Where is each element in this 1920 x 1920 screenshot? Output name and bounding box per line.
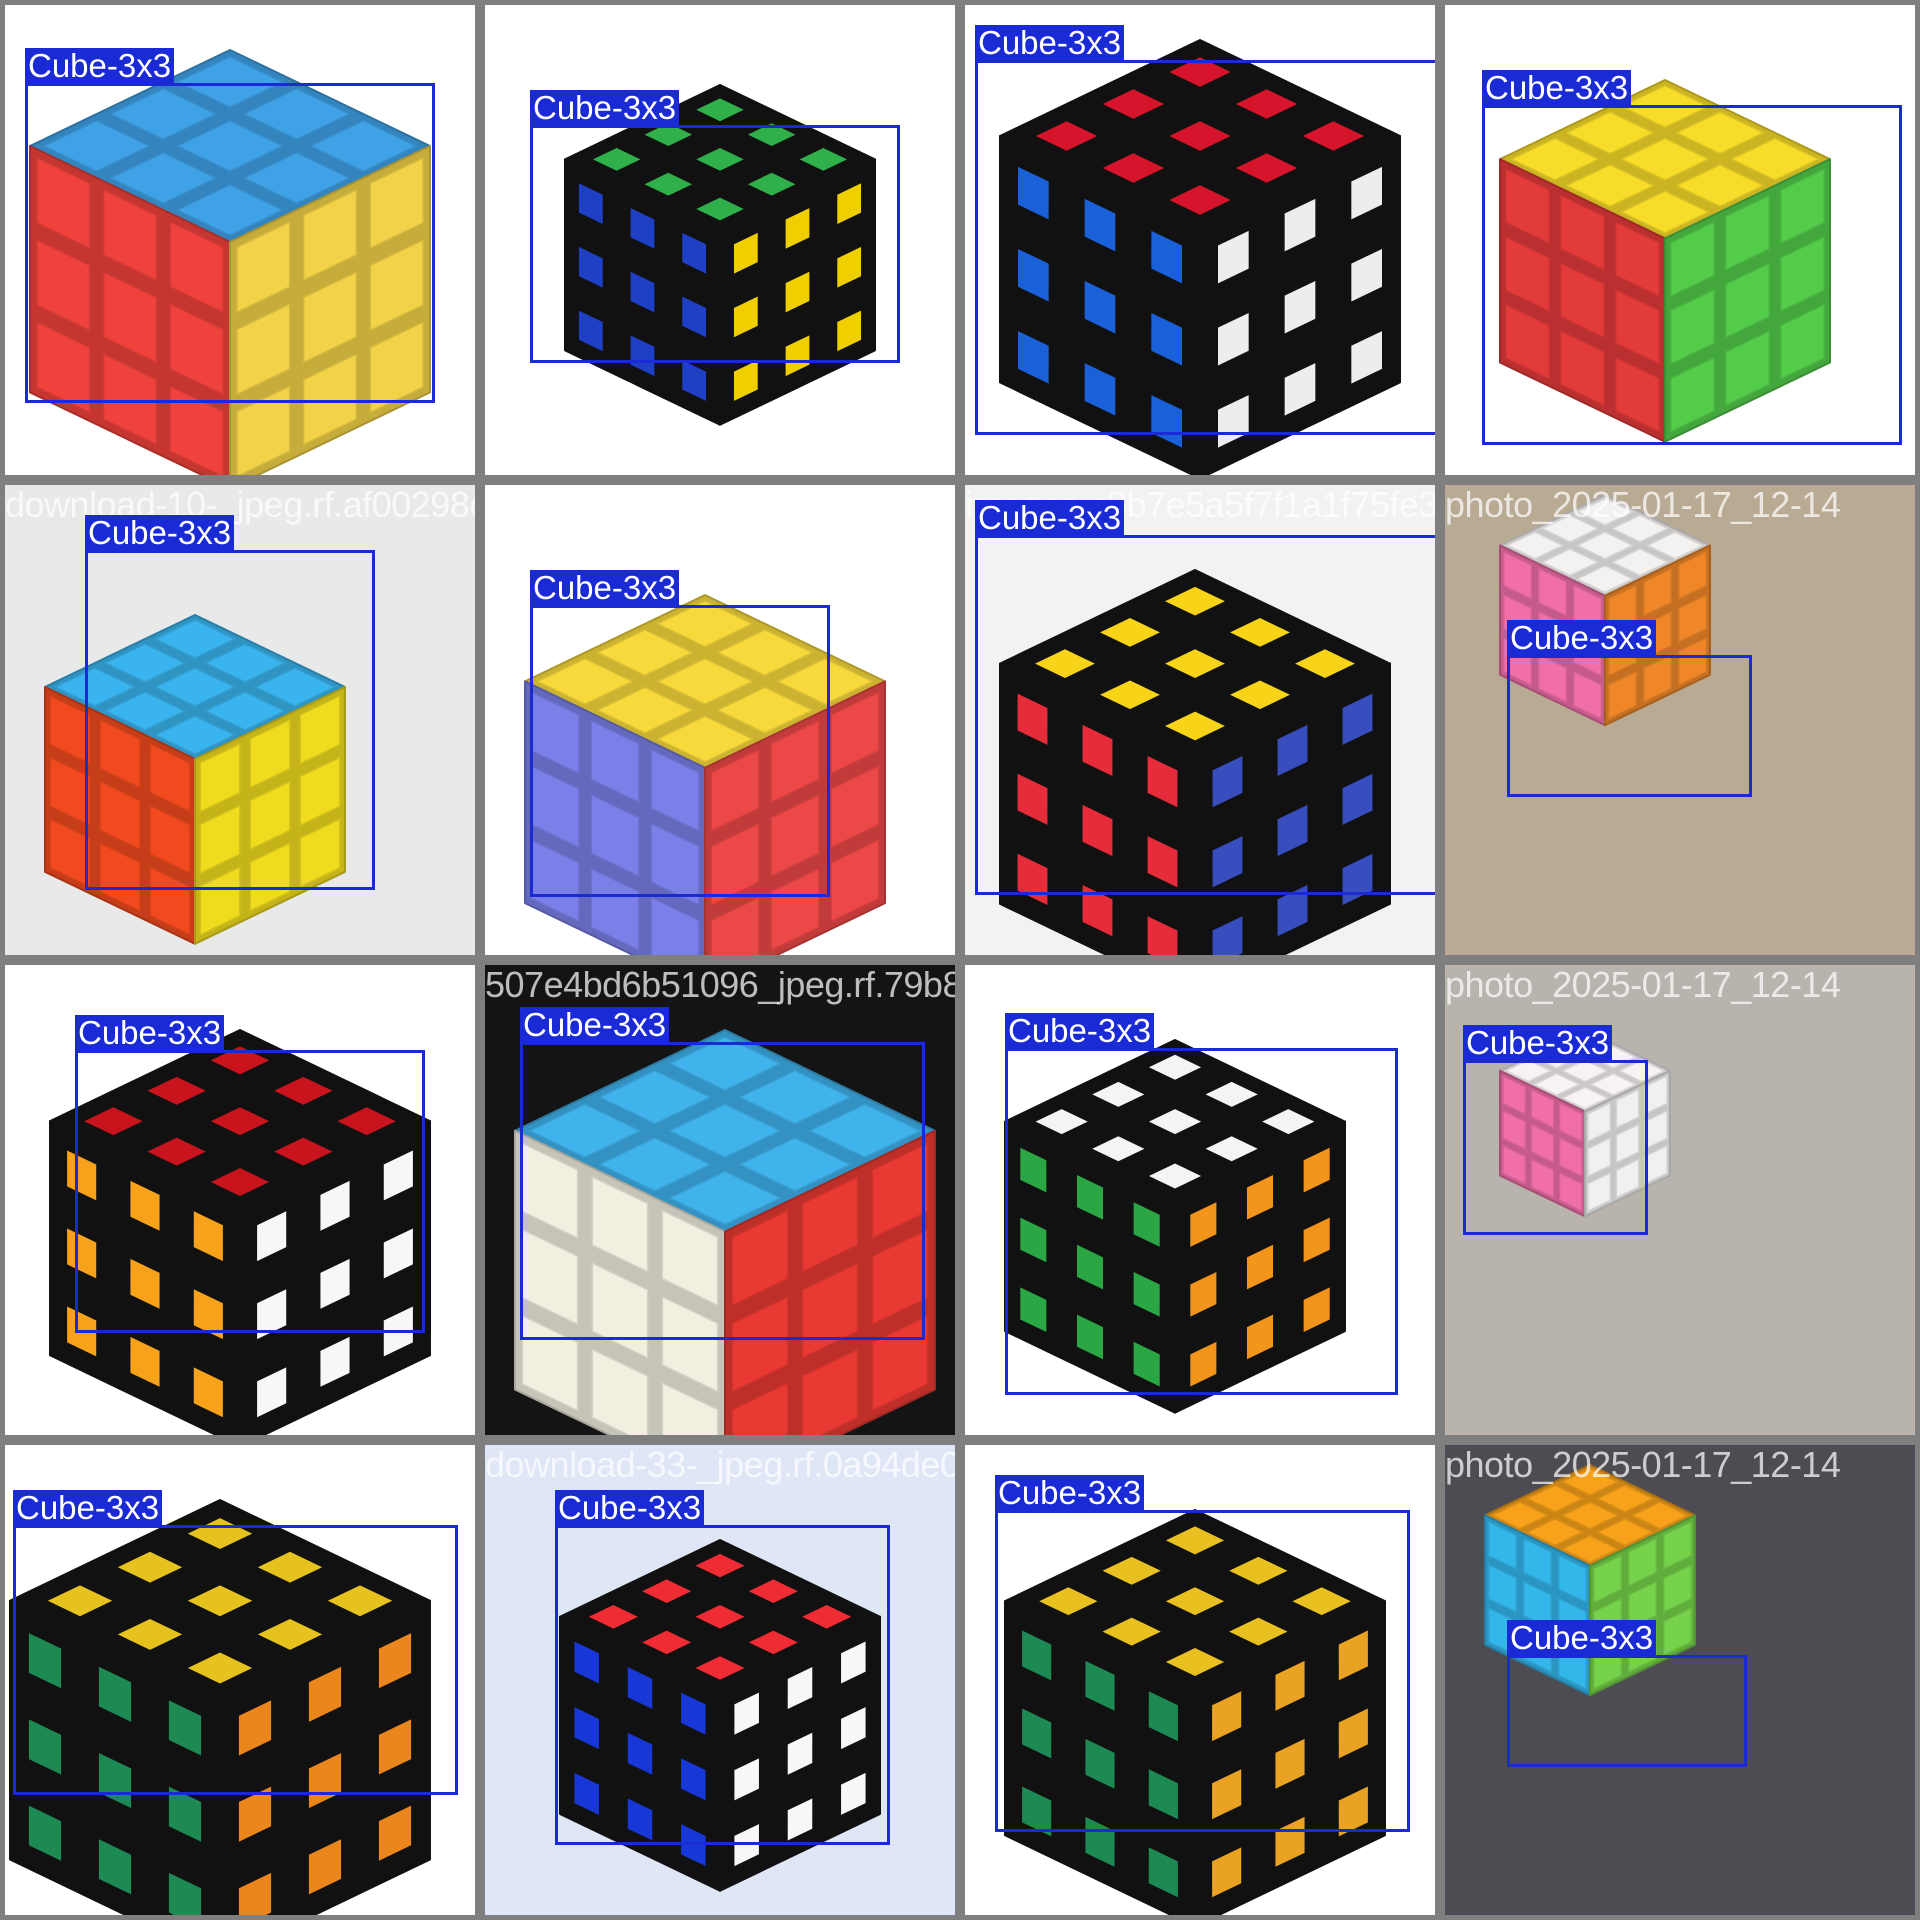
image-tile[interactable]: 298c82bbea4e67jpeg.rf.0435e6 Cube-3x3 [485,485,955,955]
detection-box: Cube-3x3 [975,25,1435,435]
detection-box: Cube-3x3 [530,90,900,363]
detection-grid: download-1-_jpeg.rf.63c4be185758409e3Cub… [0,0,1920,1920]
detection-label: Cube-3x3 [530,570,680,606]
detection-box: Cube-3x3 [1507,620,1752,797]
detection-box: Cube-3x3 [995,1475,1410,1832]
image-filename: images-3-201-_jpeg.rf.4890538 [1445,5,1915,45]
image-filename: 507e4bd6b51096_jpeg.rf.79b83d [485,965,955,1005]
detection-label: Cube-3x3 [25,48,175,84]
detection-box: Cube-3x3 [555,1490,890,1845]
image-tile[interactable]: download-45-_jpeg.rf.591e2c1b5e0ad6932 Cu… [5,1445,475,1915]
image-tile[interactable]: download-33-_jpeg.rf.0a94de0 Cube-3x3 [485,1445,955,1915]
image-filename: photo_2025-01-17_12-14 [1445,965,1841,1005]
detection-label: Cube-3x3 [1005,1013,1155,1049]
image-tile[interactable]: 507e4bd6b51096_jpeg.rf.79b83d Cube-3x3 [485,965,955,1435]
detection-label: Cube-3x3 [1507,1620,1657,1656]
image-tile[interactable]: download-1-_jpeg.rf.63c4be185758409e3Cub… [5,5,475,475]
detection-box: Cube-3x3 [1482,70,1902,445]
detection-box: Cube-3x3 [85,515,375,890]
detection-label: Cube-3x3 [85,515,235,551]
detection-label: Cube-3x3 [520,1007,670,1043]
image-tile[interactable]: download-10-_jpeg.rf.af00298c82bbea4e6Cu… [5,485,475,955]
detection-label: Cube-3x3 [13,1490,163,1526]
image-tile[interactable]: images-c8b7e5a5f7f1a1f75fe3 Cube-3x3 [965,485,1435,955]
detection-box: Cube-3x3 [520,1007,925,1340]
detection-label: Cube-3x3 [1482,70,1632,106]
image-filename: 298c82bbea4e67jpeg.rf.0435e6 [485,485,955,525]
detection-label: Cube-3x3 [995,1475,1145,1511]
image-filename: photo_2025-01-17_12-14 [1445,485,1841,525]
detection-box: Cube-3x3 [25,48,435,403]
image-tile[interactable]: images-86705-a64_jpeg.rf.3797d04b95c81b0… [965,965,1435,1435]
image-tile[interactable]: images-4f1ccebbc9f1ac7e3c Cube-3x3 [965,5,1435,475]
detection-box: Cube-3x3 [75,1015,425,1333]
image-filename: 185758409e3a_jpeg.rf.5e61ca1f51b [485,5,955,45]
detection-box: Cube-3x3 [1005,1013,1398,1395]
detection-label: Cube-3x3 [555,1490,705,1526]
detection-label: Cube-3x3 [975,25,1125,61]
image-filename: download-10-_jpeg.rf.af00298c82bbea4e6 [5,485,475,525]
detection-box: Cube-3x3 [975,500,1435,895]
detection-box: Cube-3x3 [530,570,830,897]
detection-label: Cube-3x3 [530,90,680,126]
image-tile[interactable]: photo_2025-01-17_12-14 Cube-3x3 [1445,1445,1915,1915]
detection-box: Cube-3x3 [1463,1025,1648,1235]
detection-label: Cube-3x3 [75,1015,225,1051]
image-tile[interactable]: download-14-_jpeg.rf.30f4b507e4bd6b51096… [5,965,475,1435]
image-filename: download-45-_jpeg.rf.591e2c1b5e0ad6932 [5,1445,475,1485]
detection-label: Cube-3x3 [1507,620,1657,656]
image-filename: download-33-_jpeg.rf.0a94de0 [485,1445,955,1485]
image-tile[interactable]: photo_2025-01-17_12-14 Cube-3x3 [1445,485,1915,955]
detection-label: Cube-3x3 [975,500,1125,536]
detection-label: Cube-3x3 [1463,1025,1613,1061]
image-filename: download-1-_jpeg.rf.63c4be185758409e3 [5,5,475,45]
detection-box: Cube-3x3 [1507,1620,1747,1767]
image-tile[interactable]: images-7799-37-_jpeg.rf.8d350c0c45363170… [965,1445,1435,1915]
image-filename: images-86705-a64_jpeg.rf.3797d04b95c81b0… [965,965,1435,1005]
image-tile[interactable]: photo_2025-01-17_12-14 Cube-3x3 [1445,965,1915,1435]
image-tile[interactable]: 185758409e3a_jpeg.rf.5e61ca1f51b Cube-3x3 [485,5,955,475]
image-filename: download-14-_jpeg.rf.30f4b507e4bd6b51096 [5,965,475,1005]
image-filename: photo_2025-01-17_12-14 [1445,1445,1841,1485]
image-tile[interactable]: images-3-201-_jpeg.rf.4890538 Cube-3x3 [1445,5,1915,475]
detection-box: Cube-3x3 [13,1490,458,1795]
